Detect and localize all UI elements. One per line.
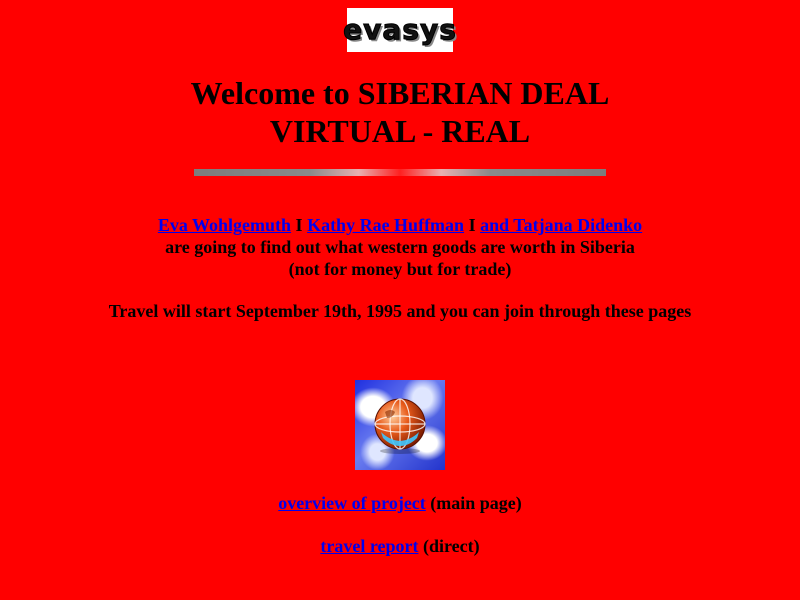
overview-note: (main page) xyxy=(430,493,522,513)
link-tatjana-didenko[interactable]: and Tatjana Didenko xyxy=(480,215,642,235)
globe-image[interactable] xyxy=(355,380,445,470)
link-kathy-rae-huffman[interactable]: Kathy Rae Huffman xyxy=(307,215,464,235)
separator: I xyxy=(295,215,303,235)
evasys-logo: evasys xyxy=(343,8,456,52)
globe-icon xyxy=(374,398,426,454)
travel-report-line: travel report (direct) xyxy=(0,535,800,557)
travel-report-note: (direct) xyxy=(422,536,480,556)
link-eva-wohlgemuth[interactable]: Eva Wohlgemuth xyxy=(158,215,291,235)
intro-line-2: are going to find out what western goods… xyxy=(165,237,635,257)
intro-line-3: (not for money but for trade) xyxy=(288,259,512,279)
title-line-2: VIRTUAL - REAL xyxy=(269,113,531,149)
gradient-divider xyxy=(194,169,606,176)
travel-report-link[interactable]: travel report xyxy=(320,536,418,556)
logo-text: evasys xyxy=(343,13,457,46)
page-title: Welcome to SIBERIAN DEAL VIRTUAL - REAL xyxy=(0,74,800,150)
title-line-1: Welcome to SIBERIAN DEAL xyxy=(190,75,610,111)
travel-start-note: Travel will start September 19th, 1995 a… xyxy=(108,301,692,321)
artist-links-line: Eva Wohlgemuth I Kathy Rae Huffman I and… xyxy=(0,214,800,236)
overview-line: overview of project (main page) xyxy=(0,492,800,514)
overview-of-project-link[interactable]: overview of project xyxy=(278,493,426,513)
intro-text: Eva Wohlgemuth I Kathy Rae Huffman I and… xyxy=(0,214,800,280)
separator: I xyxy=(468,215,476,235)
